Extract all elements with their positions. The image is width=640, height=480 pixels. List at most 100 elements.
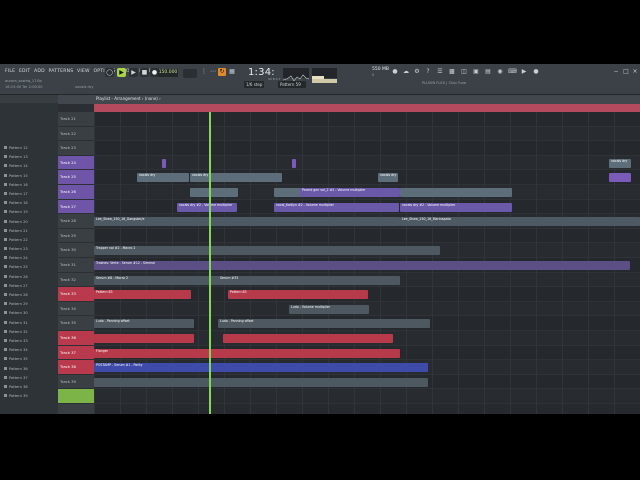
track-header[interactable]: Track 26 xyxy=(58,185,94,200)
plugin-icon[interactable]: ⚙ xyxy=(413,68,421,76)
playhead[interactable] xyxy=(209,112,211,414)
playlist-header[interactable]: Playlist - Arrangement › (none) › xyxy=(58,95,640,104)
track-header[interactable] xyxy=(58,389,94,404)
pattern-list-item[interactable]: Pattern 23 xyxy=(0,245,58,254)
playlist-clip[interactable]: vocals dry #2 - Volume multiplier xyxy=(400,202,512,212)
playlist-clip[interactable] xyxy=(94,334,194,343)
play-icon[interactable]: ▶ xyxy=(129,68,138,77)
playlist-clip[interactable]: Trapper vol #2 - Macro 2 xyxy=(94,246,440,256)
playlist-clip[interactable]: vocals dry xyxy=(137,173,189,183)
pattern-song-toggle[interactable]: ▶ xyxy=(117,68,126,77)
track-header[interactable]: Track 28 xyxy=(58,214,94,229)
playlist-clip[interactable]: Pattern 83 xyxy=(228,290,368,300)
playlist-clip[interactable]: Pattern 83 xyxy=(94,290,191,300)
playlist-clip[interactable] xyxy=(190,188,238,197)
microphone-icon[interactable]: ● xyxy=(391,68,399,76)
pattern-list-item[interactable]: Pattern 30 xyxy=(0,309,58,318)
pattern-list-item[interactable]: Pattern 24 xyxy=(0,254,58,263)
pattern-list-item[interactable]: Pattern 26 xyxy=(0,273,58,282)
track-header[interactable]: Track 32 xyxy=(58,273,94,288)
playlist-clip[interactable]: Ludo - Panning offset xyxy=(94,319,194,329)
pattern-list-item[interactable]: Pattern 34 xyxy=(0,346,58,355)
playlist-clip[interactable] xyxy=(609,173,631,183)
playlist-clip[interactable] xyxy=(94,377,428,387)
playlist-clip[interactable]: Ludo - Volume multiplier xyxy=(289,304,369,314)
touch-keyboard-icon[interactable]: ⌨ xyxy=(508,68,517,76)
stop-icon[interactable]: ■ xyxy=(140,68,149,77)
pattern-list-item[interactable]: Pattern 21 xyxy=(0,227,58,236)
pattern-list-item[interactable]: Pattern 31 xyxy=(0,319,58,328)
close-icon[interactable]: × xyxy=(631,68,639,76)
channel-rack-icon[interactable]: ◫ xyxy=(460,68,468,76)
track-header[interactable]: Track 27 xyxy=(58,199,94,215)
loop-record-icon[interactable]: ↻ xyxy=(218,68,226,76)
pattern-list-item[interactable]: Pattern 14 xyxy=(0,162,58,171)
playlist-clip[interactable]: Serum #8 - Macro 2 xyxy=(94,275,400,285)
pattern-list-item[interactable]: Pattern 27 xyxy=(0,282,58,291)
pattern-list-item[interactable]: Pattern 18 xyxy=(0,199,58,208)
track-header[interactable]: Track 25 xyxy=(58,170,94,185)
track-header[interactable]: Track 29 xyxy=(58,229,94,244)
menu-file[interactable]: FILE xyxy=(5,69,15,74)
playlist-clip[interactable]: vocals dry xyxy=(378,173,398,183)
project-info-icon[interactable]: ● xyxy=(532,68,540,76)
pattern-list-item[interactable]: Pattern 20 xyxy=(0,218,58,227)
browser-header[interactable] xyxy=(0,95,58,103)
playlist-clip[interactable]: vocals dry xyxy=(190,173,282,183)
menu-view[interactable]: VIEW xyxy=(77,69,90,74)
track-header[interactable]: Track 33 xyxy=(58,287,94,302)
news-ticker[interactable]: PLUGIN FLEX | Chip Tune xyxy=(422,81,466,85)
track-lane[interactable] xyxy=(94,228,640,244)
help-icon[interactable]: ? xyxy=(424,68,432,76)
browser-icon[interactable]: ▣ xyxy=(472,68,480,76)
pattern-list-item[interactable]: Pattern 12 xyxy=(0,144,58,153)
pattern-list-item[interactable]: Pattern 13 xyxy=(0,153,58,162)
pattern-list-item[interactable]: Pattern 19 xyxy=(0,208,58,217)
step-edit-icon[interactable]: ▦ xyxy=(228,68,236,76)
menu-patterns[interactable]: PATTERNS xyxy=(49,69,74,74)
playlist-clip[interactable]: Flanger xyxy=(94,348,400,358)
track-header[interactable]: Track 37 xyxy=(58,345,94,361)
playlist-clip[interactable]: vocal_Kaitlyn #2 - Volume multiplier xyxy=(274,202,399,212)
pattern-list-item[interactable]: Pattern 28 xyxy=(0,291,58,300)
pattern-list-item[interactable]: Pattern 38 xyxy=(0,383,58,392)
metronome-button[interactable] xyxy=(183,69,197,78)
menu-edit[interactable]: EDIT xyxy=(19,69,30,74)
playlist-clip[interactable]: POSTAMP - Serum #1 - Parity xyxy=(94,363,428,373)
pattern-list-item[interactable]: Pattern 16 xyxy=(0,181,58,190)
playlist-clip[interactable]: Trashes: Verte - Serum #12 - Simmol xyxy=(94,261,630,270)
track-header[interactable]: Track 24 xyxy=(58,155,94,171)
playlist-clip[interactable]: vocals dry xyxy=(609,158,631,168)
timeline-ruler[interactable] xyxy=(94,104,640,112)
pattern-list-item[interactable]: Pattern 17 xyxy=(0,190,58,199)
track-header[interactable]: Track 39 xyxy=(58,375,94,390)
pattern-list-item[interactable]: Pattern 33 xyxy=(0,337,58,346)
pattern-list-item[interactable]: Pattern 25 xyxy=(0,263,58,272)
cloud-icon[interactable]: ☁ xyxy=(402,68,410,76)
playlist-icon[interactable]: ▤ xyxy=(484,68,492,76)
pattern-list-item[interactable]: Pattern 32 xyxy=(0,328,58,337)
menu-add[interactable]: ADD xyxy=(34,69,45,74)
playlist-clip[interactable] xyxy=(223,334,393,343)
playlist-clip[interactable]: vocals dry #2 - Volume multiplier xyxy=(177,202,237,212)
track-lane[interactable] xyxy=(94,155,640,171)
track-header[interactable]: Track 31 xyxy=(58,258,94,273)
pattern-list-item[interactable]: Pattern 29 xyxy=(0,300,58,309)
plugin-picker-icon[interactable]: ◉ xyxy=(496,68,504,76)
pattern-list-item[interactable]: Pattern 35 xyxy=(0,355,58,364)
track-lane[interactable] xyxy=(94,126,640,142)
countdown-icon[interactable]: ⋯ xyxy=(209,68,217,76)
track-header[interactable]: Track 22 xyxy=(58,127,94,142)
master-volume-knob[interactable]: ◯ xyxy=(105,68,114,77)
playlist-clip[interactable]: Serum #33 xyxy=(218,275,246,285)
pattern-list-item[interactable]: Pattern 15 xyxy=(0,172,58,181)
track-header[interactable]: Track 23 xyxy=(58,141,94,156)
pattern-list-item[interactable]: Pattern 36 xyxy=(0,365,58,374)
track-header[interactable]: Track 36 xyxy=(58,331,94,346)
playlist-clip[interactable]: Parent gen vol_2 #2 - Volume multiplier xyxy=(300,188,400,197)
track-lane[interactable] xyxy=(94,141,640,156)
pattern-list-item[interactable]: Pattern 22 xyxy=(0,236,58,245)
pattern-list-item[interactable]: Pattern 39 xyxy=(0,392,58,401)
minimize-icon[interactable]: − xyxy=(612,68,620,76)
mixer-icon[interactable]: ☰ xyxy=(436,68,444,76)
